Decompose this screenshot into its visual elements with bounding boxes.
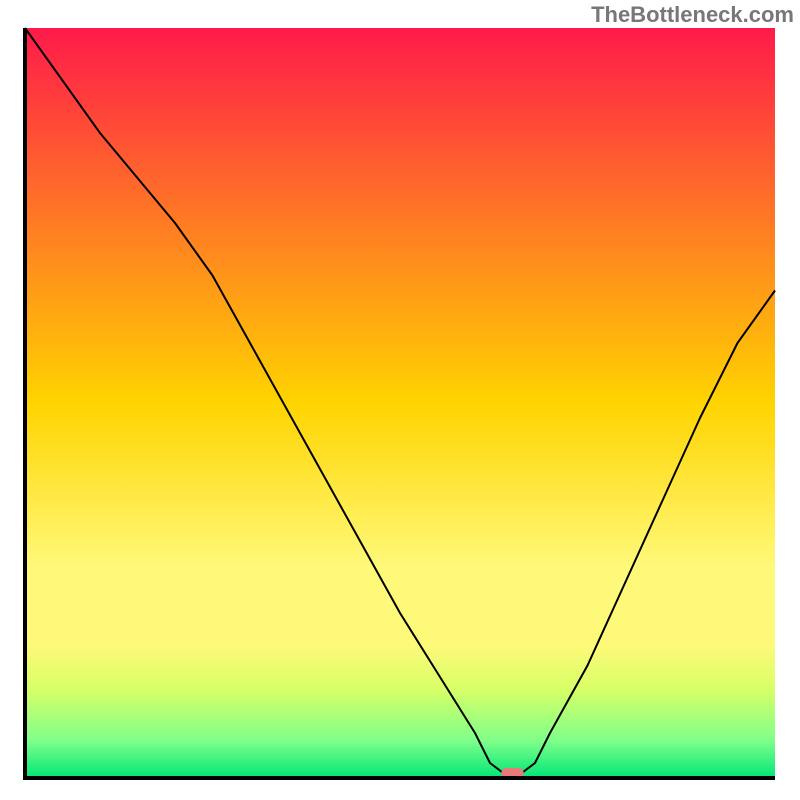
gradient-background bbox=[25, 28, 775, 778]
chart-container: TheBottleneck.com bbox=[0, 0, 800, 800]
watermark-label: TheBottleneck.com bbox=[591, 2, 794, 28]
bottleneck-chart bbox=[0, 0, 800, 800]
